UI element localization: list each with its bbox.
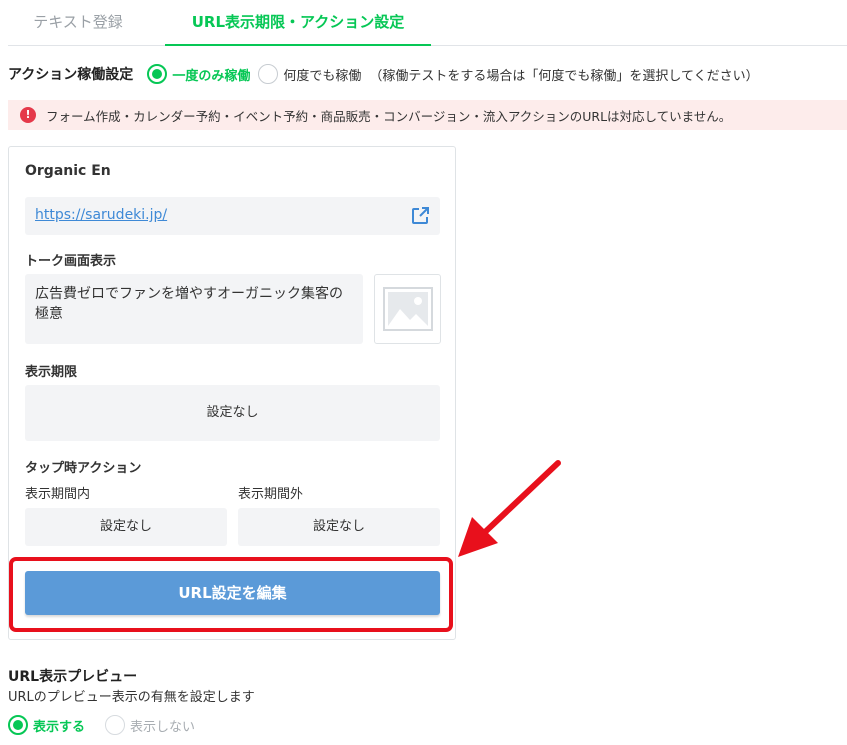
url-box: https://sarudeki.jp/ [25,197,440,235]
period-label: 表示期限 [25,365,78,380]
warning-text: フォーム作成・カレンダー予約・イベント予約・商品販売・コンバージョン・流入アクシ… [46,108,732,124]
url-link[interactable]: https://sarudeki.jp/ [35,207,167,223]
tab-url-settings[interactable]: URL表示期限・アクション設定 [165,0,431,46]
preview-description: URLのプレビュー表示の有無を設定します [8,690,255,705]
annotation-highlight-box [9,557,453,632]
tap-action-label: タップ時アクション [25,461,142,476]
external-link-icon[interactable] [410,206,430,226]
image-placeholder-icon [383,287,433,331]
radio-once[interactable] [147,64,168,84]
radio-once-label[interactable]: 一度のみ稼働 [172,65,250,84]
annotation-arrow [458,460,561,557]
warning-banner: ! フォーム作成・カレンダー予約・イベント予約・商品販売・コンバージョン・流入ア… [8,100,847,130]
radio-unlimited[interactable] [258,64,279,84]
tab-bar: テキスト登録 URL表示期限・アクション設定 [8,0,847,46]
talk-text-box: 広告費ゼロでファンを増やすオーガニック集客の極意 [25,274,363,344]
period-value: 設定なし [25,385,440,441]
outside-period-value: 設定なし [238,508,440,546]
action-setting-row: アクション稼働設定 一度のみ稼働 何度でも稼働 （稼働テストをする場合は「何度で… [8,62,847,86]
radio-unlimited-label[interactable]: 何度でも稼働 [283,65,361,84]
inside-period-value: 設定なし [25,508,227,546]
outside-period-label: 表示期間外 [238,487,304,502]
preview-title: URL表示プレビュー [8,669,138,685]
preview-options: 表示する 表示しない [8,714,203,736]
tab-text-registration[interactable]: テキスト登録 [8,0,148,46]
radio-show-preview[interactable] [8,715,28,735]
action-setting-title: アクション稼働設定 [8,67,134,83]
radio-hide-preview[interactable] [105,715,126,735]
card-title: Organic En [25,163,111,179]
radio-show-preview-label[interactable]: 表示する [33,716,85,735]
action-setting-hint: （稼働テストをする場合は「何度でも稼働」を選択してください） [369,68,759,84]
inside-period-label: 表示期間内 [25,487,91,502]
thumbnail[interactable] [374,274,441,344]
talk-label: トーク画面表示 [25,254,117,269]
exclamation-icon: ! [20,107,36,123]
radio-hide-preview-label[interactable]: 表示しない [130,716,195,735]
